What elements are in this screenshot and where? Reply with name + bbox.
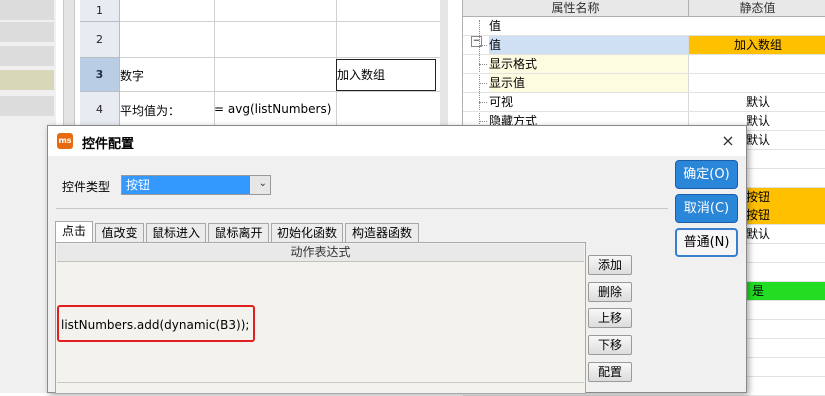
property-value[interactable] (688, 74, 825, 92)
cell-b4[interactable]: = avg(listNumbers) (214, 102, 331, 116)
row-header-2[interactable]: 2 (80, 22, 120, 58)
grid-line (120, 57, 444, 58)
tab-constructor-function[interactable]: 构造器函数 (345, 223, 419, 242)
property-row[interactable]: 显示格式 (463, 55, 825, 74)
sidebar-block[interactable] (0, 46, 54, 66)
tab-mouse-enter[interactable]: 鼠标进入 (146, 223, 206, 242)
property-group-row[interactable]: − 值 (463, 17, 825, 47)
delete-button[interactable]: 删除 (588, 282, 632, 302)
property-group-label: 值 (489, 19, 502, 33)
divider (56, 208, 668, 209)
row-header-1[interactable]: 1 (80, 0, 120, 22)
move-down-button[interactable]: 下移 (588, 335, 632, 355)
ok-button[interactable]: 确定(O) (675, 160, 738, 189)
normal-button[interactable]: 普通(N) (675, 228, 738, 257)
property-value[interactable]: 默认 (688, 93, 825, 111)
tab-click[interactable]: 点击 (55, 221, 93, 242)
action-expression-header: 动作表达式 (57, 244, 584, 262)
move-up-button[interactable]: 上移 (588, 308, 632, 328)
chevron-down-icon: ⌄ (258, 178, 267, 189)
property-value[interactable] (688, 55, 825, 73)
sidebar-block[interactable] (0, 22, 54, 42)
tab-value-change[interactable]: 值改变 (95, 223, 144, 242)
row-header-3[interactable]: 3 (80, 58, 120, 92)
row-header-4[interactable]: 4 (80, 92, 120, 128)
dialog-title: 控件配置 (82, 137, 135, 152)
static-value-header: 静态值 (739, 1, 776, 15)
annotation-highlight-box (57, 305, 255, 342)
sheet-scrollbar[interactable] (440, 0, 448, 130)
cell-a4[interactable]: 平均值为： (120, 102, 180, 119)
grid-line (120, 21, 444, 22)
property-name: 值 (489, 36, 688, 54)
property-row[interactable]: 显示值 (463, 74, 825, 93)
dialog-titlebar[interactable]: ms 控件配置 × (48, 126, 746, 156)
control-type-value: 按钮 (122, 176, 250, 194)
property-value[interactable]: 加入数组 (688, 36, 825, 54)
property-header: 属性名称 静态值 (463, 0, 825, 17)
sidebar-block[interactable] (0, 0, 54, 20)
sidebar-block-selected[interactable] (0, 70, 54, 90)
control-type-select[interactable]: 按钮 ⌄ (121, 175, 271, 195)
tab-mouse-leave[interactable]: 鼠标离开 (208, 223, 269, 242)
control-type-label: 控件类型 (62, 180, 111, 194)
close-icon[interactable]: × (718, 131, 738, 151)
cell-c3[interactable]: 加入数组 (336, 59, 436, 91)
configure-button[interactable]: 配置 (588, 362, 632, 382)
tab-init-function[interactable]: 初始化函数 (271, 223, 343, 242)
cell-a3[interactable]: 数字 (120, 67, 144, 84)
control-config-dialog: ms 控件配置 × 控件类型 按钮 ⌄ 点击 值改变 鼠标进入 鼠标离开 初始化… (47, 125, 747, 394)
cancel-button[interactable]: 取消(C) (675, 194, 738, 223)
add-button[interactable]: 添加 (588, 255, 632, 275)
property-name-header: 属性名称 (463, 0, 689, 16)
sidebar-block[interactable] (0, 96, 54, 116)
property-name: 显示格式 (489, 55, 688, 73)
app-logo-icon: ms (57, 133, 73, 149)
property-row[interactable]: 可视 默认 (463, 93, 825, 112)
grid-line (120, 91, 444, 92)
property-name: 可视 (489, 95, 514, 109)
property-name: 显示值 (489, 74, 688, 92)
row-divider (57, 382, 584, 383)
property-row[interactable]: 值 加入数组 (463, 36, 825, 55)
